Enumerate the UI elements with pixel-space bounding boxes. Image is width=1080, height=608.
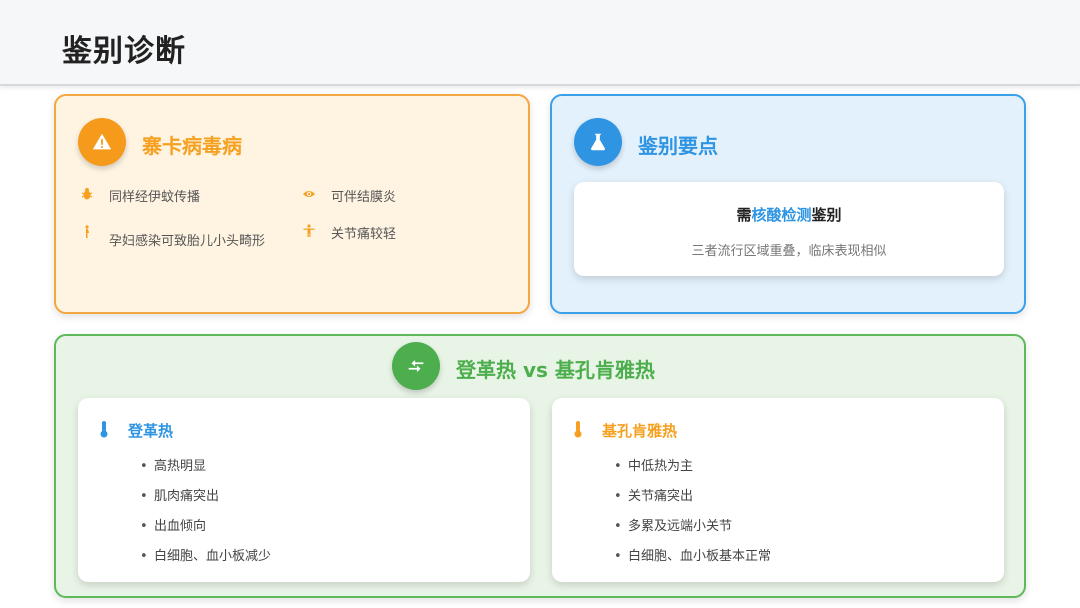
keypoint-note: 三者流行区域重叠，临床表现相似 [691, 244, 887, 259]
zika-feature-text: 关节痛较轻 [331, 227, 397, 242]
list-item: • 高热明显 [140, 459, 207, 474]
zika-feature-joint: 关节痛较轻 [302, 223, 396, 242]
bug-icon [80, 187, 94, 201]
thermometer-icon [100, 421, 108, 438]
warning-icon [78, 118, 126, 166]
page-title: 鉴别诊断 [62, 34, 186, 69]
list-item: • 白细胞、血小板减少 [140, 549, 272, 564]
zika-feature-text: 可伴结膜炎 [331, 190, 397, 205]
keypoint-title: 鉴别要点 [638, 134, 718, 158]
chik-panel: 基孔肯雅热 • 中低热为主 • 关节痛突出 • 多累及远端小关节 • 白细胞、血小板基本… [552, 398, 1004, 582]
zika-feature-text: 同样经伊蚊传播 [109, 190, 201, 205]
zika-title: 寨卡病毒病 [142, 134, 242, 158]
dengue-panel: 登革热 • 高热明显 • 肌肉痛突出 • 出血倾向 • 白细胞、血小板减少 [78, 398, 530, 582]
eye-icon [302, 187, 316, 201]
list-item: • 出血倾向 [140, 519, 207, 534]
thermometer-icon [574, 421, 582, 438]
list-item: • 白细胞、血小板基本正常 [614, 549, 772, 564]
zika-feature-conjunctivitis: 可伴结膜炎 [302, 186, 396, 205]
list-item: • 多累及远端小关节 [614, 519, 733, 534]
keypoint-box: 需核酸检测鉴别 三者流行区域重叠，临床表现相似 [574, 182, 1004, 276]
zika-feature-transmission: 同样经伊蚊传播 [80, 186, 200, 205]
dengue-list: • 高热明显 • 肌肉痛突出 • 出血倾向 • 白细胞、血小板减少 [140, 458, 271, 578]
keypoint-card: 鉴别要点 需核酸检测鉴别 三者流行区域重叠，临床表现相似 [550, 94, 1026, 314]
zika-feature-text: 孕妇感染可致胎儿小头畸形 [109, 234, 266, 249]
list-item: • 中低热为主 [614, 459, 694, 474]
compare-card: 登革热 vs 基孔肯雅热 登革热 • 高热明显 • 肌肉痛突出 • 出血倾向 • 白细胞… [54, 334, 1026, 598]
chik-list: • 中低热为主 • 关节痛突出 • 多累及远端小关节 • 白细胞、血小板基本正常 [614, 458, 771, 578]
list-item: • 关节痛突出 [614, 489, 694, 504]
keypoint-headline: 需核酸检测鉴别 [736, 206, 842, 224]
person-icon [302, 224, 316, 238]
list-item: • 肌肉痛突出 [140, 489, 220, 504]
zika-card: 寨卡病毒病 同样经伊蚊传播 可伴结膜炎 孕妇感染可致胎儿小头畸形 关节痛较轻 [54, 94, 530, 314]
keypoint-highlight: 核酸检测 [751, 206, 812, 224]
pregnant-woman-icon [80, 225, 94, 239]
zika-feature-microcephaly: 孕妇感染可致胎儿小头畸形 [80, 224, 265, 249]
compare-title: 登革热 vs 基孔肯雅热 [456, 358, 655, 382]
flask-icon [574, 118, 622, 166]
dengue-title: 登革热 [128, 422, 174, 440]
chik-title: 基孔肯雅热 [602, 422, 678, 440]
compare-arrows-icon [392, 342, 440, 390]
page-header: 鉴别诊断 [0, 0, 1080, 86]
